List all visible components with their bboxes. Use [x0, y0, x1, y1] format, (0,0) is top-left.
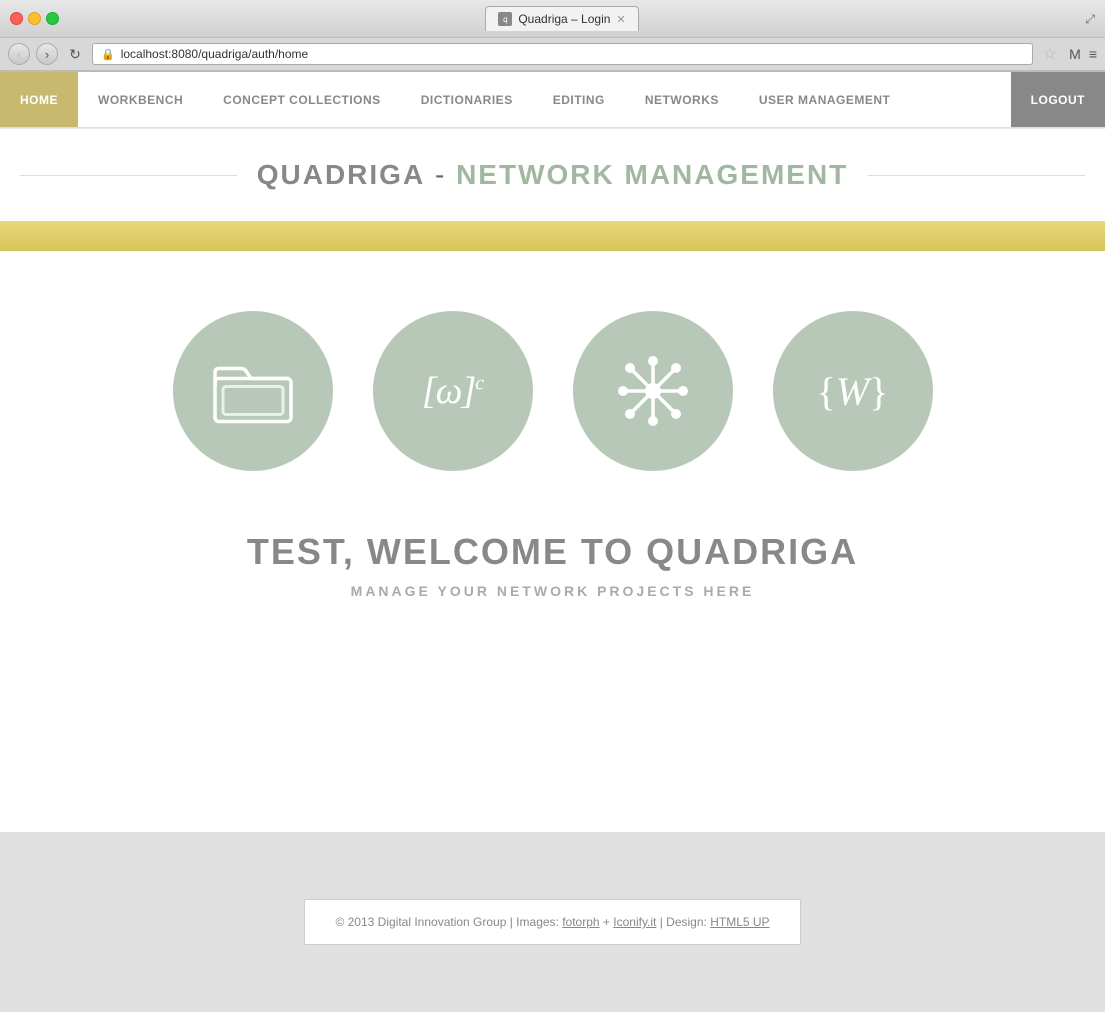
nav-home[interactable]: HOME: [0, 72, 78, 127]
nav-dictionaries[interactable]: DICTIONARIES: [401, 72, 533, 127]
traffic-lights: [10, 12, 59, 25]
gmail-icon[interactable]: M: [1069, 46, 1081, 62]
page-subtitle: NETWORK MANAGEMENT: [456, 159, 848, 190]
footer-plus: +: [600, 915, 614, 929]
concept-icon-circle[interactable]: [ω]c: [373, 311, 533, 471]
app-container: HOME WORKBENCH CONCEPT COLLECTIONS DICTI…: [0, 72, 1105, 832]
workbench-icon: {W}: [817, 368, 889, 415]
folder-icon: [213, 351, 293, 431]
url-text: localhost:8080/quadriga/auth/home: [121, 47, 308, 61]
nav-concept-collections[interactable]: CONCEPT COLLECTIONS: [203, 72, 401, 127]
tab-favicon: q: [498, 12, 512, 26]
welcome-section: TEST, WELCOME TO QUADRIGA MANAGE YOUR NE…: [0, 511, 1105, 659]
tab-close-icon[interactable]: ✕: [616, 13, 625, 26]
footer-link-iconify[interactable]: Iconify.it: [613, 915, 656, 929]
footer-box: © 2013 Digital Innovation Group | Images…: [304, 899, 800, 945]
workbench-icon-circle[interactable]: {W}: [773, 311, 933, 471]
title-separator: -: [425, 159, 456, 190]
tab-title: Quadriga – Login: [518, 12, 610, 26]
lock-icon: 🔒: [101, 48, 115, 61]
toolbar-icons: M ≡: [1069, 46, 1097, 62]
footer-link-fotorph[interactable]: fotorph: [562, 915, 599, 929]
menu-icon[interactable]: ≡: [1089, 46, 1097, 62]
nav-networks[interactable]: NETWORKS: [625, 72, 739, 127]
welcome-subtitle: MANAGE YOUR NETWORK PROJECTS HERE: [20, 583, 1085, 599]
nav-logout[interactable]: LOGOUT: [1011, 72, 1105, 127]
forward-button[interactable]: ›: [36, 43, 58, 65]
footer-link-html5up[interactable]: HTML5 UP: [710, 915, 769, 929]
hero-section: QUADRIGA - NETWORK MANAGEMENT: [0, 129, 1105, 211]
address-bar[interactable]: 🔒 localhost:8080/quadriga/auth/home: [92, 43, 1033, 65]
back-button[interactable]: ‹: [8, 43, 30, 65]
concept-icon: [ω]c: [422, 369, 483, 413]
address-bar-row: ‹ › ↻ 🔒 localhost:8080/quadriga/auth/hom…: [0, 38, 1105, 71]
nav-user-management[interactable]: USER MANAGEMENT: [739, 72, 911, 127]
gold-bar: [0, 221, 1105, 251]
nav-editing[interactable]: EDITING: [533, 72, 625, 127]
maximize-button[interactable]: [46, 12, 59, 25]
folder-icon-circle[interactable]: [173, 311, 333, 471]
title-divider-left: [20, 175, 237, 176]
fullscreen-icon[interactable]: ⤢: [1085, 12, 1095, 26]
close-button[interactable]: [10, 12, 23, 25]
network-icon: [613, 351, 693, 431]
footer-design-text: | Design:: [656, 915, 710, 929]
brand-name: QUADRIGA: [257, 159, 425, 190]
title-divider-right: [868, 175, 1085, 176]
minimize-button[interactable]: [28, 12, 41, 25]
reload-button[interactable]: ↻: [64, 43, 86, 65]
network-icon-circle[interactable]: [573, 311, 733, 471]
nav-workbench[interactable]: WORKBENCH: [78, 72, 203, 127]
page-footer: © 2013 Digital Innovation Group | Images…: [0, 832, 1105, 1012]
footer-text: © 2013 Digital Innovation Group | Images…: [335, 915, 562, 929]
main-nav: HOME WORKBENCH CONCEPT COLLECTIONS DICTI…: [0, 72, 1105, 128]
icons-section: [ω]c: [0, 251, 1105, 511]
bookmark-star-icon[interactable]: ☆: [1043, 44, 1057, 64]
page-title: QUADRIGA - NETWORK MANAGEMENT: [237, 159, 869, 191]
welcome-title: TEST, WELCOME TO QUADRIGA: [20, 531, 1085, 573]
browser-tab[interactable]: q Quadriga – Login ✕: [485, 6, 638, 31]
